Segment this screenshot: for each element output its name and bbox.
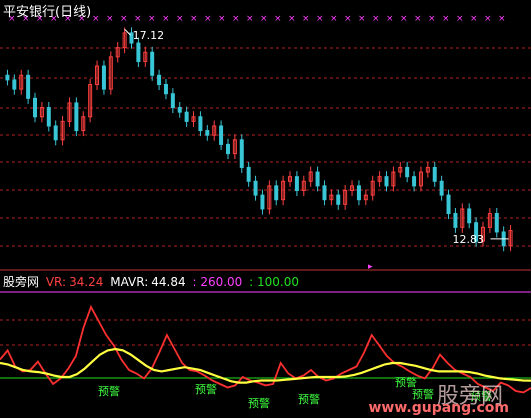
marker-x-17: × bbox=[246, 14, 254, 24]
candle-body-6 bbox=[46, 107, 51, 127]
marker-x-12: × bbox=[176, 14, 184, 24]
candle-body-0 bbox=[5, 74, 10, 81]
candle-body-39 bbox=[274, 185, 279, 201]
candle-body-37 bbox=[260, 194, 265, 210]
marker-x-23: × bbox=[330, 14, 338, 24]
warning-label-1: 预警 bbox=[195, 382, 217, 396]
marker-x-28: × bbox=[400, 14, 408, 24]
candle-body-21 bbox=[150, 51, 155, 76]
marker-x-11: × bbox=[162, 14, 170, 24]
marker-x-7: × bbox=[106, 14, 114, 24]
candle-body-55 bbox=[384, 176, 389, 187]
indicator-header: 股旁网 VR: 34.24 MAVR: 44.84 : 260.00 : 100.0… bbox=[3, 273, 302, 290]
candle-body-4 bbox=[33, 97, 38, 118]
candle-body-34 bbox=[239, 139, 244, 168]
high-label: 17.12 bbox=[133, 29, 165, 42]
candle-body-65 bbox=[453, 213, 458, 228]
marker-x-32: × bbox=[456, 14, 464, 24]
candle-body-10 bbox=[74, 102, 79, 132]
level-a-label: : 260.00 bbox=[192, 275, 243, 289]
candle-body-29 bbox=[205, 130, 210, 136]
level-b-label: : 100.00 bbox=[249, 275, 300, 289]
candle-body-24 bbox=[170, 93, 175, 109]
watermark-url: www.gupang.com bbox=[368, 400, 510, 416]
candle-body-1 bbox=[12, 79, 17, 90]
main-grid bbox=[0, 47, 531, 379]
candle-body-48 bbox=[336, 194, 341, 205]
candle-body-35 bbox=[246, 166, 251, 182]
marker-x-30: × bbox=[428, 14, 436, 24]
candle-body-7 bbox=[53, 125, 58, 141]
candle-body-36 bbox=[253, 180, 258, 196]
mavr-value: 44.84 bbox=[151, 275, 186, 289]
candle-body-45 bbox=[315, 171, 320, 187]
chart-title: 平安银行(日线) bbox=[3, 5, 92, 20]
price-labels: 17.12 12.83 ▸ bbox=[124, 28, 509, 272]
warning-label-3: 预警 bbox=[298, 392, 320, 406]
candle-body-58 bbox=[405, 166, 410, 178]
high-pointer bbox=[124, 28, 131, 36]
candle-body-46 bbox=[322, 185, 327, 201]
marker-x-18: × bbox=[260, 14, 268, 24]
candle-body-25 bbox=[177, 107, 182, 113]
candle-body-63 bbox=[439, 180, 444, 196]
marker-x-31: × bbox=[442, 14, 450, 24]
candle-body-19 bbox=[136, 42, 141, 62]
marker-x-16: × bbox=[232, 14, 240, 24]
candle-body-22 bbox=[157, 74, 162, 86]
candle-body-71 bbox=[494, 213, 499, 233]
marker-x-29: × bbox=[414, 14, 422, 24]
mini-marker: ▸ bbox=[368, 262, 373, 272]
marker-x-24: × bbox=[344, 14, 352, 24]
vr-label: VR: bbox=[45, 275, 67, 289]
marker-x-19: × bbox=[274, 14, 282, 24]
candle-body-62 bbox=[432, 166, 437, 182]
low-label: 12.83 bbox=[453, 233, 485, 246]
warning-label-0: 预警 bbox=[98, 384, 120, 398]
marker-x-26: × bbox=[372, 14, 380, 24]
candle-body-26 bbox=[184, 111, 189, 122]
candle-body-51 bbox=[356, 185, 361, 201]
marker-x-6: × bbox=[92, 14, 100, 24]
marker-x-34: × bbox=[484, 14, 492, 24]
marker-x-13: × bbox=[190, 14, 198, 24]
candle-body-28 bbox=[198, 116, 203, 132]
marker-x-14: × bbox=[204, 14, 212, 24]
marker-x-21: × bbox=[302, 14, 310, 24]
marker-x-35: × bbox=[498, 14, 506, 24]
warning-label-4: 预警 bbox=[395, 375, 417, 389]
marker-x-15: × bbox=[218, 14, 226, 24]
marker-x-25: × bbox=[358, 14, 366, 24]
marker-x-9: × bbox=[134, 14, 142, 24]
marker-x-8: × bbox=[120, 14, 128, 24]
candle-body-3 bbox=[26, 74, 31, 99]
candle-body-14 bbox=[101, 65, 106, 90]
candle-body-42 bbox=[294, 176, 299, 191]
indicator-name: 股旁网 bbox=[3, 275, 40, 289]
warning-label-5: 预警 bbox=[412, 387, 434, 401]
candle-body-31 bbox=[219, 125, 224, 145]
mavr-label: MAVR: bbox=[110, 275, 149, 289]
vr-value: 34.24 bbox=[69, 275, 104, 289]
marker-x-22: × bbox=[316, 14, 324, 24]
candle-body-23 bbox=[163, 84, 168, 95]
candle-body-67 bbox=[467, 208, 472, 224]
candle-body-64 bbox=[446, 194, 451, 215]
candle-body-32 bbox=[225, 143, 230, 155]
marker-x-33: × bbox=[470, 14, 478, 24]
marker-x-10: × bbox=[148, 14, 156, 24]
marker-x-20: × bbox=[288, 14, 296, 24]
stock-chart: × × × × × × × × × × × × × × × × × × × × × × × × × × × × × × × × × × × × 17.… bbox=[0, 14, 531, 410]
warning-label-2: 预警 bbox=[248, 396, 270, 410]
marker-x-27: × bbox=[386, 14, 394, 24]
candle-body-59 bbox=[412, 176, 417, 187]
